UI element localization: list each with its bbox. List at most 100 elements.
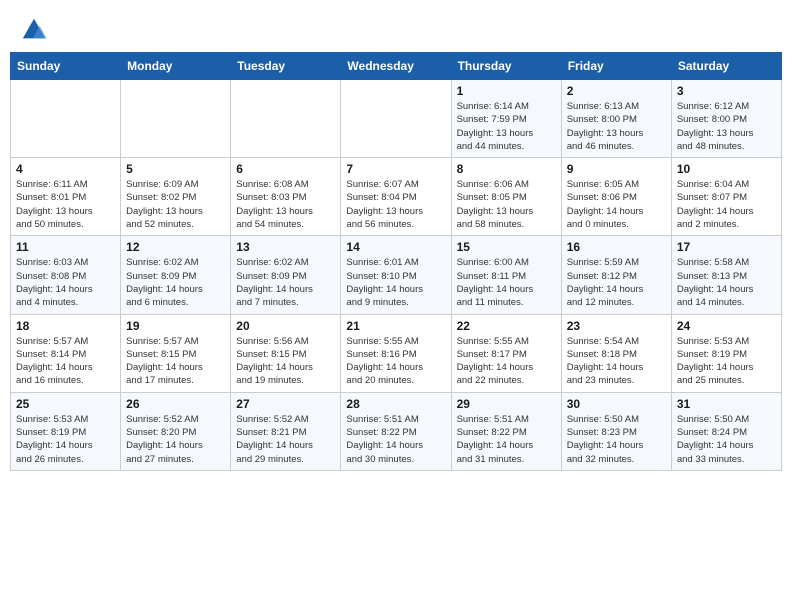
calendar-cell: 7 Sunrise: 6:07 AM Sunset: 8:04 PM Daylig… — [341, 158, 451, 236]
calendar-cell: 23 Sunrise: 5:54 AM Sunset: 8:18 PM Dayli… — [561, 314, 671, 392]
day-info: Sunrise: 6:06 AM Sunset: 8:05 PM Dayligh… — [457, 178, 556, 231]
calendar-cell: 31Sunrise: 5:50 AM Sunset: 8:24 PM Dayli… — [671, 392, 781, 470]
day-header-friday: Friday — [561, 53, 671, 80]
day-info: Sunrise: 6:02 AM Sunset: 8:09 PM Dayligh… — [236, 256, 335, 309]
day-number: 16 — [567, 240, 666, 254]
week-row-4: 18 Sunrise: 5:57 AM Sunset: 8:14 PM Dayli… — [11, 314, 782, 392]
day-number: 10 — [677, 162, 776, 176]
calendar-cell: 2 Sunrise: 6:13 AM Sunset: 8:00 PM Daylig… — [561, 80, 671, 158]
calendar-cell: 8 Sunrise: 6:06 AM Sunset: 8:05 PM Daylig… — [451, 158, 561, 236]
day-header-sunday: Sunday — [11, 53, 121, 80]
day-number: 11 — [16, 240, 115, 254]
day-number: 21 — [346, 319, 445, 333]
logo — [20, 16, 52, 44]
calendar-wrapper: SundayMondayTuesdayWednesdayThursdayFrid… — [0, 52, 792, 481]
calendar-cell: 3 Sunrise: 6:12 AM Sunset: 8:00 PM Daylig… — [671, 80, 781, 158]
day-number: 5 — [126, 162, 225, 176]
calendar-cell: 26 Sunrise: 5:52 AM Sunset: 8:20 PM Dayli… — [121, 392, 231, 470]
calendar-cell — [11, 80, 121, 158]
day-number: 3 — [677, 84, 776, 98]
day-number: 12 — [126, 240, 225, 254]
day-info: Sunrise: 6:01 AM Sunset: 8:10 PM Dayligh… — [346, 256, 445, 309]
calendar-cell: 29Sunrise: 5:51 AM Sunset: 8:22 PM Dayli… — [451, 392, 561, 470]
week-row-2: 4 Sunrise: 6:11 AM Sunset: 8:01 PM Daylig… — [11, 158, 782, 236]
header — [0, 0, 792, 52]
calendar-cell: 24 Sunrise: 5:53 AM Sunset: 8:19 PM Dayli… — [671, 314, 781, 392]
day-info: Sunrise: 5:53 AM Sunset: 8:19 PM Dayligh… — [16, 413, 115, 466]
day-info: Sunrise: 5:57 AM Sunset: 8:14 PM Dayligh… — [16, 335, 115, 388]
day-header-saturday: Saturday — [671, 53, 781, 80]
calendar-cell: 4 Sunrise: 6:11 AM Sunset: 8:01 PM Daylig… — [11, 158, 121, 236]
day-headers-row: SundayMondayTuesdayWednesdayThursdayFrid… — [11, 53, 782, 80]
day-info: Sunrise: 6:00 AM Sunset: 8:11 PM Dayligh… — [457, 256, 556, 309]
page-wrapper: SundayMondayTuesdayWednesdayThursdayFrid… — [0, 0, 792, 481]
day-info: Sunrise: 5:56 AM Sunset: 8:15 PM Dayligh… — [236, 335, 335, 388]
day-number: 19 — [126, 319, 225, 333]
calendar-cell: 9Sunrise: 6:05 AM Sunset: 8:06 PM Daylig… — [561, 158, 671, 236]
day-number: 23 — [567, 319, 666, 333]
calendar-cell: 1Sunrise: 6:14 AM Sunset: 7:59 PM Daylig… — [451, 80, 561, 158]
calendar-cell: 12 Sunrise: 6:02 AM Sunset: 8:09 PM Dayli… — [121, 236, 231, 314]
calendar: SundayMondayTuesdayWednesdayThursdayFrid… — [10, 52, 782, 471]
day-info: Sunrise: 6:03 AM Sunset: 8:08 PM Dayligh… — [16, 256, 115, 309]
day-header-monday: Monday — [121, 53, 231, 80]
day-info: Sunrise: 6:07 AM Sunset: 8:04 PM Dayligh… — [346, 178, 445, 231]
day-info: Sunrise: 5:52 AM Sunset: 8:20 PM Dayligh… — [126, 413, 225, 466]
day-number: 6 — [236, 162, 335, 176]
day-info: Sunrise: 5:53 AM Sunset: 8:19 PM Dayligh… — [677, 335, 776, 388]
week-row-5: 25Sunrise: 5:53 AM Sunset: 8:19 PM Dayli… — [11, 392, 782, 470]
day-info: Sunrise: 6:04 AM Sunset: 8:07 PM Dayligh… — [677, 178, 776, 231]
calendar-cell: 14Sunrise: 6:01 AM Sunset: 8:10 PM Dayli… — [341, 236, 451, 314]
day-number: 8 — [457, 162, 556, 176]
day-info: Sunrise: 6:05 AM Sunset: 8:06 PM Dayligh… — [567, 178, 666, 231]
week-row-1: 1Sunrise: 6:14 AM Sunset: 7:59 PM Daylig… — [11, 80, 782, 158]
calendar-cell: 18 Sunrise: 5:57 AM Sunset: 8:14 PM Dayli… — [11, 314, 121, 392]
calendar-cell: 28 Sunrise: 5:51 AM Sunset: 8:22 PM Dayli… — [341, 392, 451, 470]
day-number: 28 — [346, 397, 445, 411]
day-number: 26 — [126, 397, 225, 411]
day-number: 15 — [457, 240, 556, 254]
day-number: 29 — [457, 397, 556, 411]
day-header-wednesday: Wednesday — [341, 53, 451, 80]
calendar-cell — [231, 80, 341, 158]
calendar-cell — [341, 80, 451, 158]
day-info: Sunrise: 5:52 AM Sunset: 8:21 PM Dayligh… — [236, 413, 335, 466]
calendar-cell: 13 Sunrise: 6:02 AM Sunset: 8:09 PM Dayli… — [231, 236, 341, 314]
day-info: Sunrise: 5:55 AM Sunset: 8:16 PM Dayligh… — [346, 335, 445, 388]
day-number: 2 — [567, 84, 666, 98]
calendar-cell: 30Sunrise: 5:50 AM Sunset: 8:23 PM Dayli… — [561, 392, 671, 470]
day-number: 18 — [16, 319, 115, 333]
day-number: 1 — [457, 84, 556, 98]
day-number: 24 — [677, 319, 776, 333]
day-info: Sunrise: 6:09 AM Sunset: 8:02 PM Dayligh… — [126, 178, 225, 231]
calendar-cell: 11 Sunrise: 6:03 AM Sunset: 8:08 PM Dayli… — [11, 236, 121, 314]
day-info: Sunrise: 5:58 AM Sunset: 8:13 PM Dayligh… — [677, 256, 776, 309]
day-number: 27 — [236, 397, 335, 411]
day-info: Sunrise: 5:50 AM Sunset: 8:23 PM Dayligh… — [567, 413, 666, 466]
logo-icon — [20, 16, 48, 44]
day-info: Sunrise: 5:54 AM Sunset: 8:18 PM Dayligh… — [567, 335, 666, 388]
day-number: 4 — [16, 162, 115, 176]
day-info: Sunrise: 6:02 AM Sunset: 8:09 PM Dayligh… — [126, 256, 225, 309]
calendar-cell: 27 Sunrise: 5:52 AM Sunset: 8:21 PM Dayli… — [231, 392, 341, 470]
calendar-cell: 15 Sunrise: 6:00 AM Sunset: 8:11 PM Dayli… — [451, 236, 561, 314]
calendar-cell: 17 Sunrise: 5:58 AM Sunset: 8:13 PM Dayli… — [671, 236, 781, 314]
day-number: 20 — [236, 319, 335, 333]
week-row-3: 11 Sunrise: 6:03 AM Sunset: 8:08 PM Dayli… — [11, 236, 782, 314]
day-info: Sunrise: 6:08 AM Sunset: 8:03 PM Dayligh… — [236, 178, 335, 231]
day-info: Sunrise: 6:13 AM Sunset: 8:00 PM Dayligh… — [567, 100, 666, 153]
day-number: 13 — [236, 240, 335, 254]
day-number: 7 — [346, 162, 445, 176]
calendar-header: SundayMondayTuesdayWednesdayThursdayFrid… — [11, 53, 782, 80]
day-info: Sunrise: 6:12 AM Sunset: 8:00 PM Dayligh… — [677, 100, 776, 153]
calendar-cell: 22Sunrise: 5:55 AM Sunset: 8:17 PM Dayli… — [451, 314, 561, 392]
calendar-cell: 5 Sunrise: 6:09 AM Sunset: 8:02 PM Daylig… — [121, 158, 231, 236]
day-info: Sunrise: 6:11 AM Sunset: 8:01 PM Dayligh… — [16, 178, 115, 231]
day-info: Sunrise: 5:51 AM Sunset: 8:22 PM Dayligh… — [346, 413, 445, 466]
calendar-cell: 21 Sunrise: 5:55 AM Sunset: 8:16 PM Dayli… — [341, 314, 451, 392]
day-number: 17 — [677, 240, 776, 254]
calendar-cell: 6 Sunrise: 6:08 AM Sunset: 8:03 PM Daylig… — [231, 158, 341, 236]
day-info: Sunrise: 5:59 AM Sunset: 8:12 PM Dayligh… — [567, 256, 666, 309]
day-header-thursday: Thursday — [451, 53, 561, 80]
calendar-body: 1Sunrise: 6:14 AM Sunset: 7:59 PM Daylig… — [11, 80, 782, 471]
